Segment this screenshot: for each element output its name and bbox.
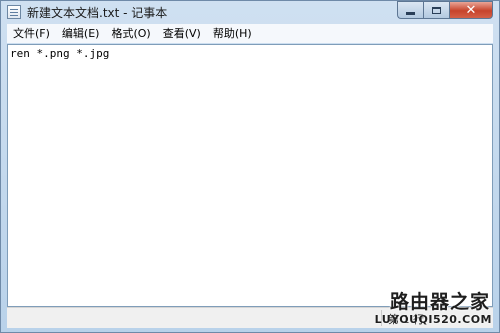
menu-help[interactable]: 帮助(H) bbox=[207, 24, 258, 43]
title-bar[interactable]: 新建文本文档.txt - 记事本 ✕ bbox=[1, 1, 499, 23]
minimize-button[interactable] bbox=[397, 1, 423, 19]
close-button[interactable]: ✕ bbox=[449, 1, 493, 19]
close-icon: ✕ bbox=[465, 2, 477, 18]
caption-buttons: ✕ bbox=[397, 1, 493, 20]
menu-format[interactable]: 格式(O) bbox=[105, 24, 156, 43]
notepad-window: 新建文本文档.txt - 记事本 ✕ 文件(F) 编辑(E) 格式(O) 查看(… bbox=[0, 0, 500, 333]
editor-content[interactable]: ren *.png *.jpg bbox=[10, 47, 109, 60]
maximize-button[interactable] bbox=[423, 1, 449, 19]
menu-view[interactable]: 查看(V) bbox=[157, 24, 207, 43]
watermark-en-text: LUYOUQI520.COM bbox=[374, 313, 492, 326]
window-title: 新建文本文档.txt - 记事本 bbox=[27, 6, 168, 20]
menu-edit[interactable]: 编辑(E) bbox=[56, 24, 106, 43]
watermark-cn-text: 路由器之家 bbox=[389, 291, 490, 313]
menu-file[interactable]: 文件(F) bbox=[7, 24, 56, 43]
menu-bar: 文件(F) 编辑(E) 格式(O) 查看(V) 帮助(H) bbox=[7, 24, 493, 43]
site-watermark: 路由器之家 LUYOUQI520.COM bbox=[375, 287, 494, 331]
text-editor[interactable]: ren *.png *.jpg bbox=[7, 44, 493, 307]
notepad-icon[interactable] bbox=[7, 5, 21, 19]
maximize-icon bbox=[432, 6, 441, 14]
minimize-icon bbox=[406, 11, 415, 15]
